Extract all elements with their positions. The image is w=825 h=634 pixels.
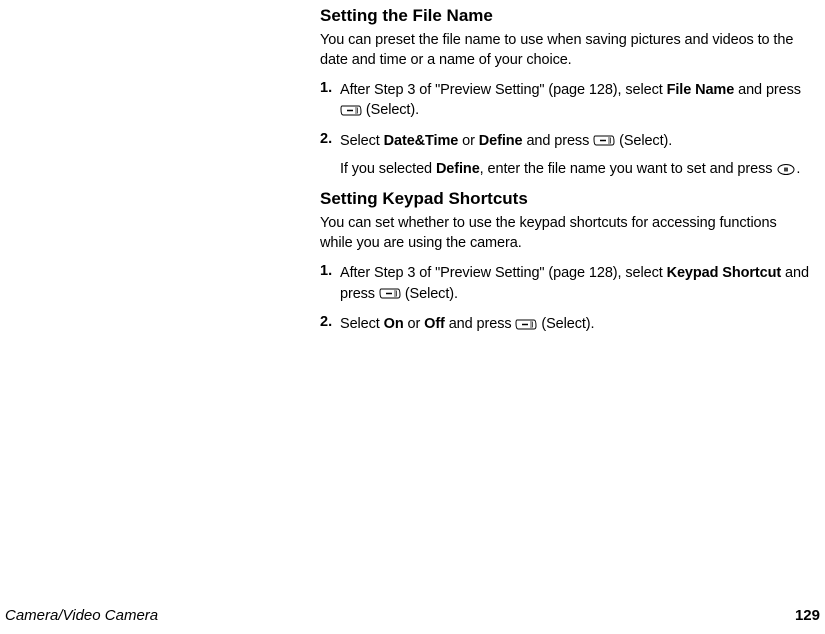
text: and press <box>523 133 594 149</box>
bold-text: Keypad Shortcut <box>667 265 782 281</box>
text: If you selected <box>340 161 436 177</box>
filename-step-2: 2. Select Date&Time or Define and press … <box>320 131 810 180</box>
bold-text: File Name <box>667 82 735 98</box>
text: , enter the file name you want to set an… <box>480 161 777 177</box>
text: (Select). <box>362 102 419 118</box>
step-body: Select Date&Time or Define and press (Se… <box>340 131 800 180</box>
step-number: 2. <box>320 314 340 330</box>
footer-section: Camera/Video Camera <box>5 607 158 624</box>
softkey-icon <box>379 286 401 299</box>
bold-text: Date&Time <box>384 133 459 149</box>
centerkey-icon <box>776 162 796 175</box>
step-body: After Step 3 of "Preview Setting" (page … <box>340 80 810 121</box>
bold-text: Off <box>424 316 445 332</box>
heading-keypad: Setting Keypad Shortcuts <box>320 189 810 209</box>
text: (Select). <box>615 133 672 149</box>
step-number: 2. <box>320 131 340 147</box>
step-number: 1. <box>320 80 340 96</box>
text: and press <box>445 316 516 332</box>
intro-keypad: You can set whether to use the keypad sh… <box>320 214 810 253</box>
filename-step-1: 1. After Step 3 of "Preview Setting" (pa… <box>320 80 810 121</box>
text: or <box>458 133 479 149</box>
keypad-step-2: 2. Select On or Off and press (Select). <box>320 314 810 334</box>
text: . <box>796 161 800 177</box>
bold-text: Define <box>436 161 480 177</box>
text: (Select). <box>401 286 458 302</box>
step-number: 1. <box>320 263 340 279</box>
softkey-icon <box>340 103 362 116</box>
text: and press <box>734 82 801 98</box>
text: (Select). <box>537 316 594 332</box>
heading-file-name: Setting the File Name <box>320 6 810 26</box>
keypad-step-1: 1. After Step 3 of "Preview Setting" (pa… <box>320 263 810 304</box>
footer: Camera/Video Camera 129 <box>5 607 820 624</box>
bold-text: Define <box>479 133 523 149</box>
text: Select <box>340 316 384 332</box>
step-body: Select On or Off and press (Select). <box>340 314 594 334</box>
text: After Step 3 of "Preview Setting" (page … <box>340 265 667 281</box>
intro-file-name: You can preset the file name to use when… <box>320 31 810 70</box>
text: Select <box>340 133 384 149</box>
step-body: After Step 3 of "Preview Setting" (page … <box>340 263 810 304</box>
softkey-icon <box>515 317 537 330</box>
bold-text: On <box>384 316 404 332</box>
text: or <box>404 316 425 332</box>
page-number: 129 <box>795 607 820 624</box>
text: After Step 3 of "Preview Setting" (page … <box>340 82 667 98</box>
softkey-icon <box>593 133 615 146</box>
